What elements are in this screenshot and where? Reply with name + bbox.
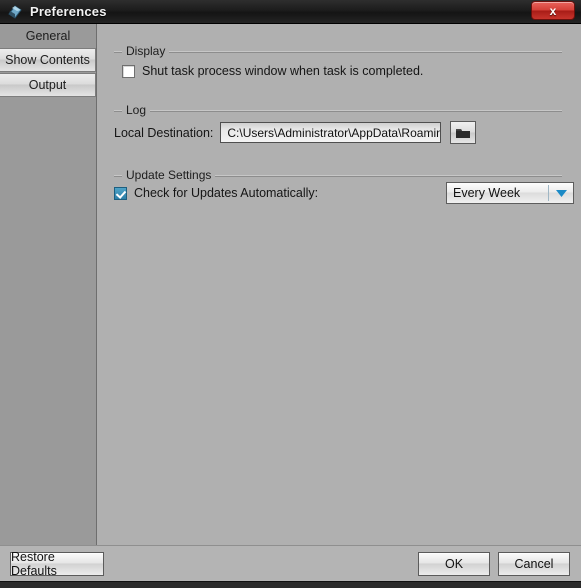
sidebar-item-output[interactable]: Output bbox=[0, 73, 96, 97]
window-title: Preferences bbox=[30, 3, 107, 19]
group-divider bbox=[114, 51, 562, 53]
title-bar: Preferences x bbox=[0, 0, 581, 24]
ok-button[interactable]: OK bbox=[418, 552, 490, 576]
check-updates-checkbox-label: Check for Updates Automatically: bbox=[134, 186, 319, 200]
folder-icon bbox=[456, 128, 471, 138]
sidebar-item-label: Show Contents bbox=[5, 53, 90, 67]
check-updates-checkbox[interactable] bbox=[114, 186, 127, 200]
shut-task-checkbox[interactable] bbox=[122, 64, 135, 78]
content-pane: Display Shut task process window when ta… bbox=[98, 24, 581, 545]
shut-task-checkbox-row[interactable]: Shut task process window when task is co… bbox=[122, 64, 423, 78]
shut-task-checkbox-label: Shut task process window when task is co… bbox=[142, 64, 424, 78]
log-group: Log bbox=[114, 103, 562, 117]
sidebar-item-label: General bbox=[25, 29, 71, 43]
sidebar-item-label: Output bbox=[28, 78, 67, 92]
preferences-dialog: Preferences x General Show Contents Outp… bbox=[0, 0, 581, 588]
ok-label: OK bbox=[444, 557, 464, 571]
local-destination-row: Local Destination: C:\Users\Administrato… bbox=[114, 121, 569, 144]
check-updates-row: Check for Updates Automatically: Every W… bbox=[114, 182, 574, 204]
close-button[interactable]: x bbox=[531, 1, 575, 20]
local-destination-input[interactable]: C:\Users\Administrator\AppData\Roaming\l… bbox=[220, 122, 442, 143]
log-group-label: Log bbox=[122, 103, 151, 117]
cancel-button[interactable]: Cancel bbox=[498, 552, 570, 576]
update-frequency-value: Every Week bbox=[453, 186, 521, 200]
group-divider bbox=[114, 110, 562, 112]
display-group: Display bbox=[114, 44, 562, 58]
close-icon: x bbox=[549, 3, 557, 18]
preferences-app-icon bbox=[6, 3, 24, 21]
sidebar: General Show Contents Output bbox=[0, 24, 97, 545]
display-group-label: Display bbox=[122, 44, 170, 58]
update-frequency-dropdown[interactable]: Every Week bbox=[446, 182, 574, 204]
sidebar-item-show-contents[interactable]: Show Contents bbox=[0, 48, 96, 72]
browse-folder-button[interactable] bbox=[450, 121, 477, 144]
sidebar-item-general[interactable]: General bbox=[0, 24, 96, 48]
restore-defaults-label: Restore Defaults bbox=[11, 550, 57, 578]
footer-bar: Restore Defaults OK Cancel bbox=[0, 545, 581, 581]
cancel-label: Cancel bbox=[514, 557, 554, 571]
restore-defaults-button[interactable]: Restore Defaults bbox=[10, 550, 104, 578]
window-bottom-edge bbox=[0, 581, 581, 588]
local-destination-label: Local Destination: bbox=[114, 125, 214, 140]
chevron-down-icon[interactable] bbox=[549, 189, 573, 197]
update-settings-group: Update Settings bbox=[114, 168, 562, 182]
update-settings-group-label: Update Settings bbox=[122, 168, 216, 182]
